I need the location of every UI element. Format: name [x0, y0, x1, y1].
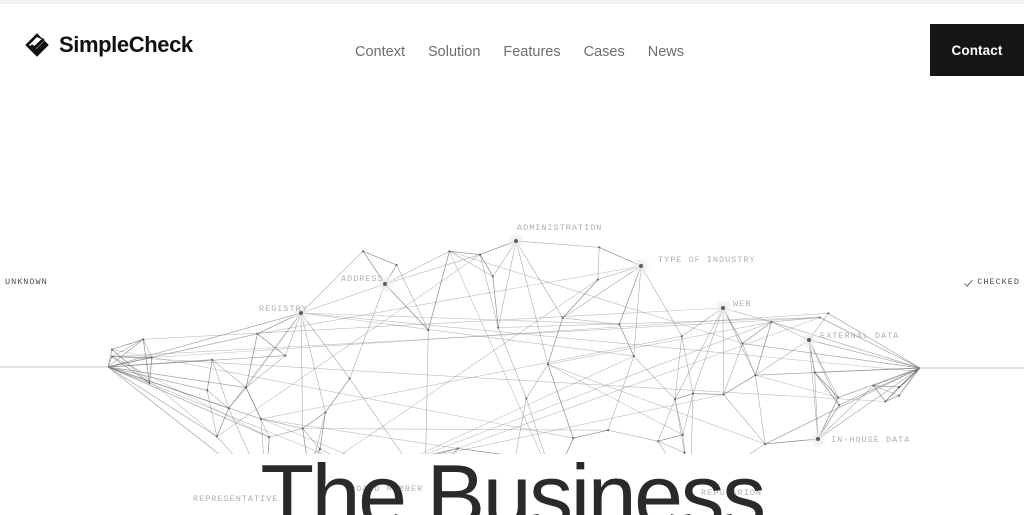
graph-edge-layer [0, 240, 1024, 454]
nav-item-features[interactable]: Features [503, 40, 583, 64]
page-headline: The Business [260, 446, 766, 515]
graph-node-label-web[interactable]: WEB [733, 299, 751, 309]
check-icon [964, 279, 973, 287]
nav-item-context[interactable]: Context [355, 40, 428, 64]
axis-label-checked: CHECKED [977, 277, 1020, 287]
diamond-check-logo-icon [25, 33, 49, 57]
graph-node-label-registry[interactable]: REGISTRY [259, 304, 308, 314]
nav-item-cases[interactable]: Cases [584, 40, 648, 64]
site-header: SimpleCheck Context Solution Features Ca… [0, 4, 1024, 84]
axis-label-checked-group: CHECKED [964, 277, 1020, 287]
hero-network-graph: UNKNOWN CHECKED ADMINISTRATION TYPE OF IN… [0, 84, 1024, 504]
brand-name: SimpleCheck [59, 32, 193, 57]
graph-node-layer [110, 239, 918, 454]
nav-item-solution[interactable]: Solution [428, 40, 503, 64]
graph-node-label-address[interactable]: ADDRESS [341, 274, 384, 284]
graph-node-label-in-house-data[interactable]: IN-HOUSE DATA [831, 435, 910, 445]
nav-item-news[interactable]: News [648, 40, 684, 64]
network-graph-canvas [0, 230, 1024, 454]
graph-node-label-administration[interactable]: ADMINISTRATION [517, 223, 602, 233]
primary-nav: Context Solution Features Cases News [355, 40, 684, 64]
graph-node-label-external-data[interactable]: EXTERNAL DATA [820, 331, 899, 341]
brand-logo[interactable]: SimpleCheck [24, 32, 193, 58]
page-root: SimpleCheck Context Solution Features Ca… [0, 0, 1024, 515]
contact-button[interactable]: Contact [930, 24, 1024, 76]
axis-label-unknown: UNKNOWN [5, 277, 48, 287]
graph-node-label-type-of-industry[interactable]: TYPE OF INDUSTRY [658, 255, 756, 265]
